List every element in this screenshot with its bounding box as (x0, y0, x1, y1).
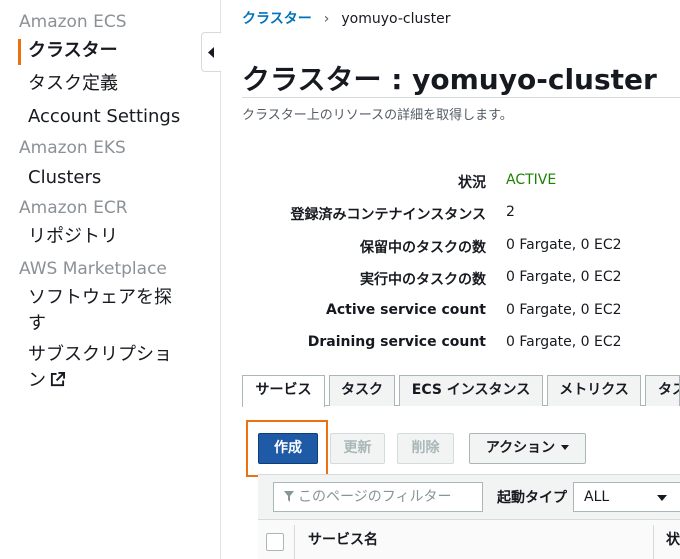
sidebar-item-subscriptions-text: ン (28, 370, 46, 391)
pending-tasks-label: 保留中のタスクの数 (360, 240, 486, 256)
chevron-down-icon (657, 495, 667, 501)
create-button[interactable]: 作成 (258, 433, 318, 464)
breadcrumb-clusters-link[interactable]: クラスター (242, 11, 312, 27)
running-tasks-value: 0 Fargate, 0 EC2 (506, 269, 622, 285)
active-service-count-label: Active service count (326, 302, 486, 318)
sidebar-item-subscriptions[interactable]: サブスクリプショ ン (28, 342, 172, 394)
sidebar-item-find-software[interactable]: ソフトウェアを探 す (28, 285, 172, 337)
sidebar-item-task-definitions[interactable]: タスク定義 (28, 71, 118, 97)
running-tasks-label: 実行中のタスクの数 (360, 272, 486, 288)
caret-down-icon (561, 445, 570, 450)
status-label: 状況 (458, 175, 486, 191)
external-link-icon (50, 372, 65, 387)
sidebar-item-eks-clusters[interactable]: Clusters (28, 165, 101, 191)
filter-input[interactable]: このページのフィルター (273, 482, 483, 512)
page-description: クラスター上のリソースの詳細を取得します。 (242, 108, 513, 123)
page-title: クラスター : yomuyo-cluster (242, 63, 657, 96)
update-button[interactable]: 更新 (330, 433, 385, 464)
sidebar-section-marketplace: AWS Marketplace (19, 259, 167, 279)
delete-button[interactable]: 削除 (397, 433, 454, 464)
sidebar-section-ecs: Amazon ECS (19, 12, 127, 32)
active-indicator (18, 39, 21, 65)
draining-service-count-label: Draining service count (307, 334, 486, 350)
sidebar-section-eks: Amazon EKS (19, 138, 126, 158)
sidebar-item-find-software-line1: ソフトウェアを探 (28, 287, 172, 308)
sidebar: Amazon ECS クラスター タスク定義 Account Settings … (0, 0, 221, 559)
sidebar-item-subscriptions-line2: ン (28, 368, 172, 394)
sidebar-item-repositories[interactable]: リポジトリ (28, 224, 118, 250)
actions-dropdown[interactable]: アクション (469, 433, 586, 464)
tab-more[interactable]: タス (645, 375, 680, 406)
draining-service-count-value: 0 Fargate, 0 EC2 (506, 334, 622, 350)
breadcrumb: クラスター › yomuyo-cluster (242, 8, 450, 28)
chevron-left-icon (208, 47, 214, 58)
pending-tasks-value: 0 Fargate, 0 EC2 (506, 237, 622, 253)
tab-metrics[interactable]: メトリクス (547, 375, 641, 406)
column-divider (653, 525, 654, 559)
column-service-name[interactable]: サービス名 (308, 529, 378, 549)
sidebar-item-account-settings[interactable]: Account Settings (28, 104, 180, 130)
tab-services[interactable]: サービス (242, 375, 325, 407)
registered-instances-value: 2 (506, 204, 515, 220)
sidebar-collapse-toggle[interactable] (201, 32, 221, 72)
select-all-checkbox[interactable] (266, 533, 284, 551)
active-service-count-value: 0 Fargate, 0 EC2 (506, 302, 622, 318)
breadcrumb-separator: › (323, 11, 330, 27)
registered-instances-label: 登録済みコンテナインスタンス (290, 207, 486, 223)
status-value: ACTIVE (506, 172, 557, 188)
sidebar-item-subscriptions-line1: サブスクリプショ (28, 344, 172, 365)
tab-ecs-instances[interactable]: ECS インスタンス (399, 375, 543, 406)
column-status[interactable]: 状 (666, 529, 680, 549)
column-divider (294, 525, 295, 559)
actions-dropdown-label: アクション (485, 440, 556, 456)
launch-type-label: 起動タイプ (497, 490, 567, 506)
sidebar-item-clusters[interactable]: クラスター (28, 38, 118, 64)
sidebar-section-ecr: Amazon ECR (19, 198, 128, 218)
breadcrumb-current: yomuyo-cluster (341, 11, 451, 27)
title-divider (242, 97, 680, 98)
tab-tasks[interactable]: タスク (329, 375, 395, 406)
sidebar-item-find-software-line2: す (28, 313, 46, 334)
filter-icon (284, 491, 294, 502)
